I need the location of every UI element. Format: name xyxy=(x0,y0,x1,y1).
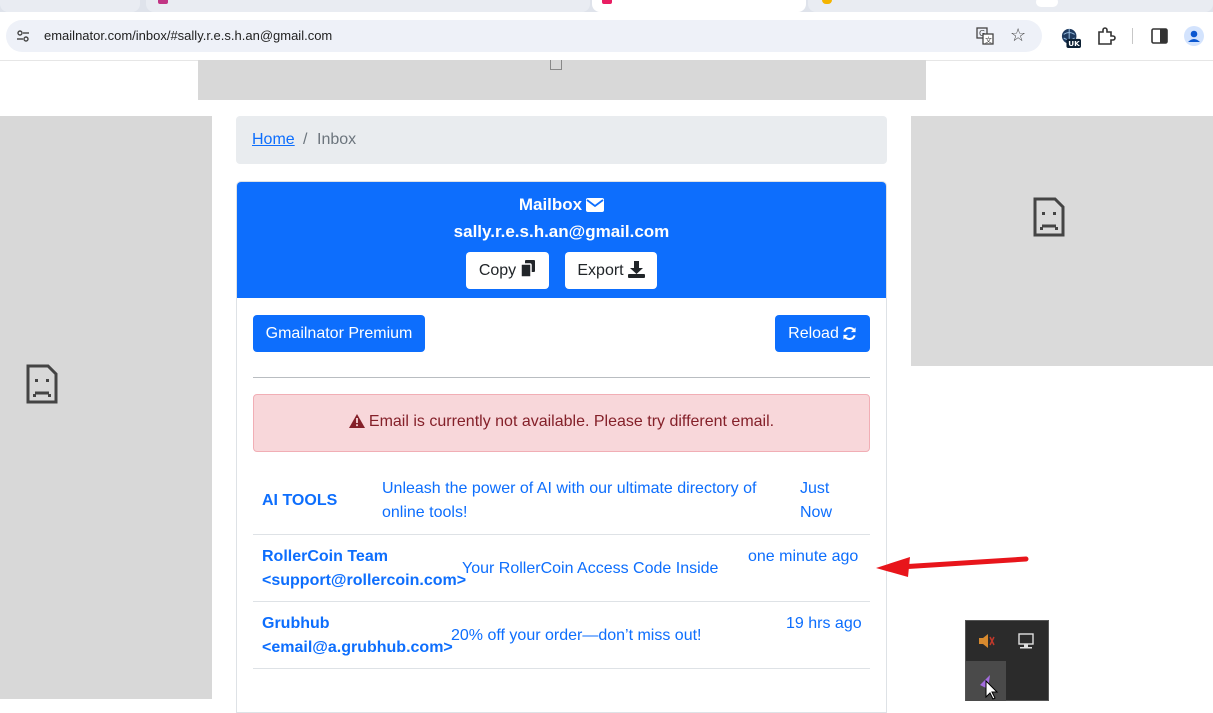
export-button-label: Export xyxy=(577,262,624,279)
reload-button[interactable]: Reload xyxy=(775,315,870,352)
mailbox-title: Mailbox xyxy=(518,195,583,214)
email-unavailable-alert: Email is currently not available. Please… xyxy=(253,394,870,452)
breadcrumb-current: Inbox xyxy=(317,131,357,148)
breadcrumb-separator: / xyxy=(303,131,308,148)
breadcrumb-home-link[interactable]: Home xyxy=(252,131,295,149)
address-bar[interactable]: emailnator.com/inbox/#sally.r.e.s.h.an@g… xyxy=(6,20,1042,52)
tab-strip xyxy=(0,0,1213,12)
message-sender: RollerCoin Team <support@rollercoin.com> xyxy=(262,548,467,589)
network-monitor-icon xyxy=(1018,633,1034,649)
mailbox-header: Mailbox sally.r.e.s.h.an@gmail.com Copy … xyxy=(237,182,886,298)
browser-tab[interactable] xyxy=(146,0,590,12)
translate-icon[interactable]: G 文 xyxy=(976,27,994,45)
message-subject[interactable]: 20% off your order—don’t miss out! xyxy=(451,624,751,648)
gmailnator-premium-button[interactable]: Gmailnator Premium xyxy=(253,315,425,352)
breadcrumb: Home / Inbox xyxy=(236,116,887,164)
extension-uk-icon[interactable]: UK xyxy=(1061,28,1081,48)
sad-page-icon xyxy=(26,364,58,404)
envelope-icon xyxy=(586,198,605,212)
svg-text:文: 文 xyxy=(985,36,992,45)
copy-button-label: Copy xyxy=(478,262,517,279)
left-ad-placeholder xyxy=(0,116,212,699)
extensions-puzzle-icon[interactable] xyxy=(1096,26,1116,46)
browser-toolbar: emailnator.com/inbox/#sally.r.e.s.h.an@g… xyxy=(0,12,1213,61)
browser-tab[interactable] xyxy=(808,0,1213,12)
tray-network-item[interactable] xyxy=(1006,621,1046,661)
annotation-arrow xyxy=(876,556,1029,577)
message-row[interactable]: AI TOOLS Unleash the power of AI with ou… xyxy=(253,466,870,535)
tab-favicon-icon xyxy=(822,0,832,4)
tab-favicon-icon xyxy=(130,0,140,4)
system-tray-popup xyxy=(965,620,1049,701)
alert-text-wrap: Email is currently not available. Please… xyxy=(254,413,869,431)
browser-tab[interactable] xyxy=(0,0,140,12)
divider xyxy=(253,377,870,378)
message-subject[interactable]: Your RollerCoin Access Code Inside xyxy=(462,557,732,581)
message-row[interactable]: RollerCoin Team <support@rollercoin.com>… xyxy=(253,535,870,602)
bookmark-star-icon[interactable]: ☆ xyxy=(1010,25,1026,45)
message-subject[interactable]: Unleash the power of AI with our ultimat… xyxy=(382,477,782,525)
new-tab-button[interactable] xyxy=(1036,0,1058,7)
alert-message: Email is currently not available. Please… xyxy=(368,413,775,430)
right-ad-placeholder xyxy=(911,116,1213,366)
broken-image-icon xyxy=(550,60,562,70)
toolbar-divider xyxy=(1132,28,1133,44)
mailbox-title-wrap: Mailbox xyxy=(237,195,886,215)
browser-tab-active[interactable] xyxy=(592,0,806,12)
speaker-muted-icon xyxy=(979,634,995,648)
url-text[interactable]: emailnator.com/inbox/#sally.r.e.s.h.an@g… xyxy=(44,28,332,43)
site-info-icon[interactable] xyxy=(16,29,30,43)
sad-page-icon xyxy=(1033,197,1065,237)
instagram-favicon-icon xyxy=(158,0,168,4)
message-sender: Grubhub <email@a.grubhub.com> xyxy=(262,615,453,656)
tray-volume-item[interactable] xyxy=(966,621,1006,661)
warning-triangle-icon xyxy=(348,414,365,428)
reload-icon xyxy=(843,327,856,340)
export-button[interactable]: Export xyxy=(565,252,657,289)
top-ad-banner xyxy=(198,60,926,100)
extension-uk-badge: UK xyxy=(1068,39,1080,48)
tab-favicon-icon xyxy=(602,0,612,4)
message-time: one minute ago xyxy=(748,548,859,565)
message-sender: AI TOOLS xyxy=(262,492,338,509)
mailbox-card: Mailbox sally.r.e.s.h.an@gmail.com Copy … xyxy=(236,181,887,713)
message-time: 19 hrs ago xyxy=(786,615,862,632)
message-row[interactable]: Grubhub <email@a.grubhub.com> 20% off yo… xyxy=(253,602,870,669)
cursor-pointer-icon xyxy=(980,675,999,700)
mailbox-address: sally.r.e.s.h.an@gmail.com xyxy=(453,222,670,241)
message-time: Just Now xyxy=(800,480,833,521)
download-icon xyxy=(627,261,645,278)
reload-button-label: Reload xyxy=(788,325,839,342)
copy-icon xyxy=(520,260,536,278)
copy-button[interactable]: Copy xyxy=(466,252,549,289)
side-panel-icon[interactable] xyxy=(1150,26,1170,46)
profile-icon[interactable] xyxy=(1184,26,1204,46)
tray-app-item[interactable] xyxy=(966,661,1006,701)
